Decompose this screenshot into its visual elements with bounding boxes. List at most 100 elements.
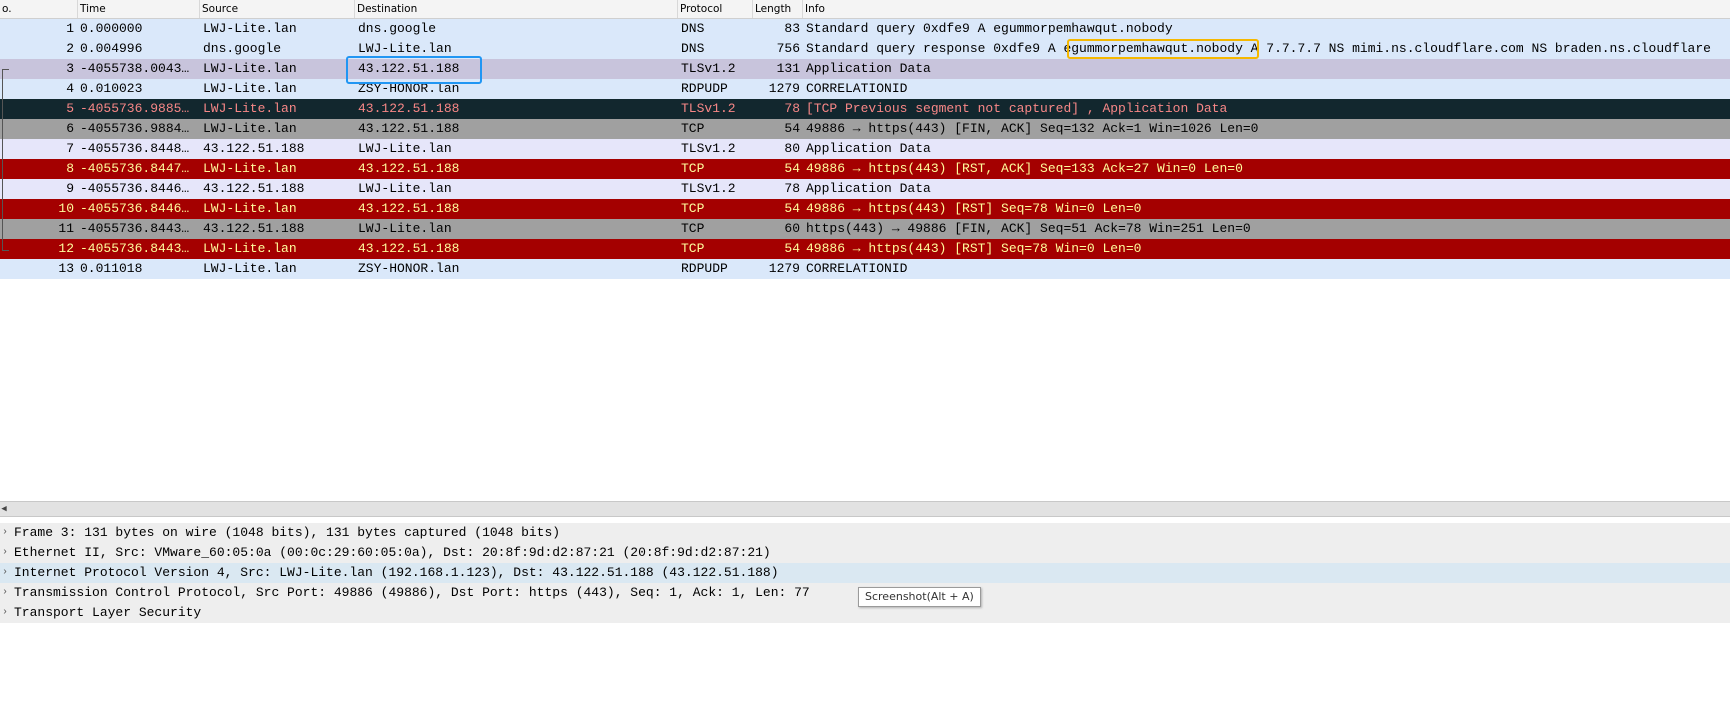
scroll-left-arrow-icon[interactable]: ◀ bbox=[0, 502, 8, 516]
packet-protocol: TLSv1.2 bbox=[681, 101, 736, 116]
packet-destination: ZSY-HONOR.lan bbox=[358, 81, 460, 96]
packet-list: 1 0.000000 LWJ-Lite.lan dns.google DNS 83 Stan… bbox=[0, 19, 1730, 279]
packet-source: dns.google bbox=[203, 41, 282, 56]
packet-protocol: TCP bbox=[681, 241, 705, 256]
expand-chevron-icon[interactable]: › bbox=[0, 563, 10, 583]
packet-protocol: TCP bbox=[681, 121, 705, 136]
packet-protocol: TLSv1.2 bbox=[681, 61, 736, 76]
packet-destination: 43.122.51.188 bbox=[358, 121, 460, 136]
conversation-bracket-end bbox=[2, 250, 9, 251]
packet-destination: 43.122.51.188 bbox=[358, 161, 460, 176]
packet-info: 49886 → https(443) [RST] Seq=78 Win=0 Le… bbox=[806, 201, 1142, 216]
packet-destination: 43.122.51.188 bbox=[358, 61, 460, 76]
packet-info: 49886 → https(443) [RST] Seq=78 Win=0 Le… bbox=[806, 241, 1142, 256]
packet-no: 3 bbox=[66, 61, 74, 76]
screenshot-tooltip: Screenshot(Alt + A) bbox=[858, 587, 981, 607]
packet-destination: LWJ-Lite.lan bbox=[358, 41, 452, 56]
packet-details-pane: › Frame 3: 131 bytes on wire (1048 bits),… bbox=[0, 523, 1730, 623]
packet-destination: 43.122.51.188 bbox=[358, 201, 460, 216]
packet-row[interactable]: 1 0.000000 LWJ-Lite.lan dns.google DNS 83 Stan… bbox=[0, 19, 1730, 39]
detail-text: Internet Protocol Version 4, Src: LWJ-Li… bbox=[14, 565, 779, 580]
conversation-bracket bbox=[2, 69, 3, 250]
packet-info: CORRELATIONID bbox=[806, 261, 908, 276]
detail-text: Ethernet II, Src: VMware_60:05:0a (00:0c… bbox=[14, 545, 771, 560]
packet-destination: ZSY-HONOR.lan bbox=[358, 261, 460, 276]
packet-length: 1279 bbox=[768, 81, 800, 96]
packet-row[interactable]: 11 -4055736.8443… 43.122.51.188 LWJ-Lite.la… bbox=[0, 219, 1730, 239]
packet-destination: LWJ-Lite.lan bbox=[358, 221, 452, 236]
packet-no: 11 bbox=[58, 221, 74, 236]
packet-source: 43.122.51.188 bbox=[203, 181, 305, 196]
packet-source: 43.122.51.188 bbox=[203, 221, 305, 236]
packet-info: [TCP Previous segment not captured] , Ap… bbox=[806, 101, 1228, 116]
column-header-protocol[interactable]: Protocol bbox=[678, 0, 753, 18]
conversation-bracket-start bbox=[2, 69, 9, 70]
packet-no: 10 bbox=[58, 201, 74, 216]
packet-protocol: TLSv1.2 bbox=[681, 181, 736, 196]
packet-row[interactable]: 6 -4055736.9884… LWJ-Lite.lan 43.122.51.188… bbox=[0, 119, 1730, 139]
packet-length: 131 bbox=[776, 61, 800, 76]
packet-protocol: RDPUDP bbox=[681, 81, 728, 96]
packet-time: -4055736.8447… bbox=[80, 161, 190, 176]
packet-length: 60 bbox=[784, 221, 800, 236]
packet-no: 4 bbox=[66, 81, 74, 96]
expand-chevron-icon[interactable]: › bbox=[0, 523, 10, 543]
packet-no: 8 bbox=[66, 161, 74, 176]
expand-chevron-icon[interactable]: › bbox=[0, 543, 10, 563]
packet-protocol: TCP bbox=[681, 221, 705, 236]
packet-length: 756 bbox=[776, 41, 800, 56]
packet-row[interactable]: 12 -4055736.8443… LWJ-Lite.lan 43.122.51.18… bbox=[0, 239, 1730, 259]
column-header-source[interactable]: Source bbox=[200, 0, 355, 18]
packet-info: Application Data bbox=[806, 141, 931, 156]
column-header-time[interactable]: Time bbox=[78, 0, 200, 18]
expand-chevron-icon[interactable]: › bbox=[0, 583, 10, 603]
packet-source: LWJ-Lite.lan bbox=[203, 101, 297, 116]
detail-tree-item[interactable]: › Frame 3: 131 bytes on wire (1048 bits),… bbox=[0, 523, 1730, 543]
packet-row[interactable]: 8 -4055736.8447… LWJ-Lite.lan 43.122.51.188… bbox=[0, 159, 1730, 179]
packet-info: CORRELATIONID bbox=[806, 81, 908, 96]
detail-text: Frame 3: 131 bytes on wire (1048 bits), … bbox=[14, 525, 561, 540]
packet-row[interactable]: 9 -4055736.8446… 43.122.51.188 LWJ-Lite.lan… bbox=[0, 179, 1730, 199]
packet-row[interactable]: 10 -4055736.8446… LWJ-Lite.lan 43.122.51.18… bbox=[0, 199, 1730, 219]
packet-source: LWJ-Lite.lan bbox=[203, 201, 297, 216]
horizontal-scrollbar[interactable]: ◀ bbox=[0, 501, 1730, 517]
packet-source: 43.122.51.188 bbox=[203, 141, 305, 156]
packet-length: 80 bbox=[784, 141, 800, 156]
packet-time: -4055736.8443… bbox=[80, 221, 190, 236]
packet-protocol: TCP bbox=[681, 201, 705, 216]
packet-destination: 43.122.51.188 bbox=[358, 101, 460, 116]
packet-no: 1 bbox=[66, 21, 74, 36]
column-header-length[interactable]: Length bbox=[753, 0, 803, 18]
packet-info: 49886 → https(443) [RST, ACK] Seq=133 Ac… bbox=[806, 161, 1243, 176]
packet-time: -4055736.9885… bbox=[80, 101, 190, 116]
packet-length: 78 bbox=[784, 181, 800, 196]
packet-no: 9 bbox=[66, 181, 74, 196]
detail-text: Transmission Control Protocol, Src Port:… bbox=[14, 585, 810, 600]
packet-list-header: o. Time Source Destination Protocol Leng… bbox=[0, 0, 1730, 19]
packet-source: LWJ-Lite.lan bbox=[203, 161, 297, 176]
packet-row[interactable]: 5 -4055736.9885… LWJ-Lite.lan 43.122.51.188… bbox=[0, 99, 1730, 119]
packet-length: 54 bbox=[784, 241, 800, 256]
packet-info: Standard query 0xdfe9 A egummorpemhawqut… bbox=[806, 21, 1173, 36]
packet-destination: 43.122.51.188 bbox=[358, 241, 460, 256]
packet-time: -4055736.8446… bbox=[80, 181, 190, 196]
packet-row[interactable]: 13 0.011018 LWJ-Lite.lan ZSY-HONOR.lan RDPUD… bbox=[0, 259, 1730, 279]
packet-row[interactable]: 3 -4055738.0043… LWJ-Lite.lan 43.122.51.188… bbox=[0, 59, 1730, 79]
column-header-destination[interactable]: Destination bbox=[355, 0, 678, 18]
packet-no: 5 bbox=[66, 101, 74, 116]
packet-row[interactable]: 4 0.010023 LWJ-Lite.lan ZSY-HONOR.lan RDPUDP… bbox=[0, 79, 1730, 99]
detail-tree-item[interactable]: › Internet Protocol Version 4, Src: LWJ-L… bbox=[0, 563, 1730, 583]
packet-length: 83 bbox=[784, 21, 800, 36]
packet-row[interactable]: 2 0.004996 dns.google LWJ-Lite.lan DNS 756 Sta… bbox=[0, 39, 1730, 59]
packet-protocol: RDPUDP bbox=[681, 261, 728, 276]
packet-row[interactable]: 7 -4055736.8448… 43.122.51.188 LWJ-Lite.lan… bbox=[0, 139, 1730, 159]
packet-length: 54 bbox=[784, 201, 800, 216]
column-header-info[interactable]: Info bbox=[803, 0, 1730, 18]
packet-info: https(443) → 49886 [FIN, ACK] Seq=51 Ack… bbox=[806, 221, 1251, 236]
column-header-no[interactable]: o. bbox=[0, 0, 78, 18]
packet-length: 1279 bbox=[768, 261, 800, 276]
packet-source: LWJ-Lite.lan bbox=[203, 21, 297, 36]
detail-tree-item[interactable]: › Ethernet II, Src: VMware_60:05:0a (00:0… bbox=[0, 543, 1730, 563]
expand-chevron-icon[interactable]: › bbox=[0, 603, 10, 623]
packet-time: 0.000000 bbox=[80, 21, 143, 36]
